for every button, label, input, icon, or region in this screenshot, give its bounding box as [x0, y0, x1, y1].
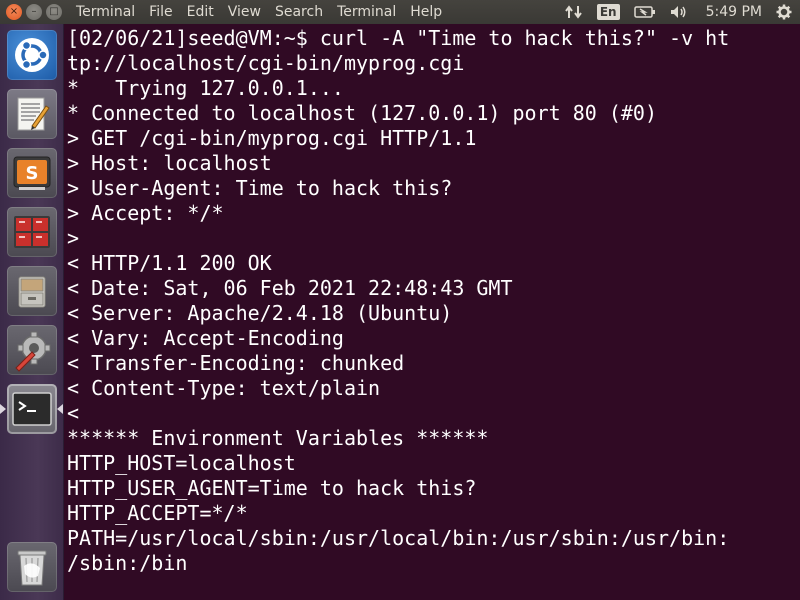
terminal-line: * Connected to localhost (127.0.0.1) por…: [67, 101, 658, 125]
menu-bar: Terminal File Edit View Search Terminal …: [76, 0, 449, 24]
menu-file[interactable]: File: [142, 0, 179, 24]
launcher: S: [0, 24, 64, 600]
terminal-line: HTTP_ACCEPT=*/*: [67, 501, 248, 525]
settings-wrench-icon: [7, 325, 57, 375]
focused-indicator: [57, 404, 63, 414]
battery-icon[interactable]: [633, 0, 656, 24]
terminal-line: > Host: localhost: [67, 151, 272, 175]
launcher-item-terminal[interactable]: [0, 382, 63, 436]
menu-terminal[interactable]: Terminal: [330, 0, 403, 24]
launcher-item-workspace-switcher[interactable]: [5, 205, 59, 259]
terminal-icon: [7, 384, 57, 434]
terminal-line: > User-Agent: Time to hack this?: [67, 176, 453, 200]
launcher-item-trash[interactable]: [5, 540, 59, 594]
menu-search[interactable]: Search: [268, 0, 330, 24]
menu-view[interactable]: View: [221, 0, 268, 24]
file-cabinet-icon: [7, 266, 57, 316]
menu-help[interactable]: Help: [403, 0, 449, 24]
close-button[interactable]: ×: [6, 4, 22, 20]
menu-edit[interactable]: Edit: [180, 0, 221, 24]
gear-icon[interactable]: [776, 0, 792, 24]
terminal-line: < Content-Type: text/plain: [67, 376, 381, 400]
launcher-item-file-manager[interactable]: [5, 264, 59, 318]
terminal-line: HTTP_USER_AGENT=Time to hack this?: [67, 476, 477, 500]
minimize-button[interactable]: –: [26, 4, 42, 20]
maximize-button[interactable]: □: [46, 4, 62, 20]
terminal-line: ****** Environment Variables ******: [67, 426, 489, 450]
launcher-item-text-editor[interactable]: [5, 87, 59, 141]
terminal-output[interactable]: [02/06/21]seed@VM:~$ curl -A "Time to ha…: [65, 24, 800, 600]
terminal-line: > GET /cgi-bin/myprog.cgi HTTP/1.1: [67, 126, 477, 150]
terminal-line: /sbin:/bin: [67, 551, 188, 575]
terminal-line: < HTTP/1.1 200 OK: [67, 251, 272, 275]
sublime-text-icon: S: [7, 148, 57, 198]
terminal-line: tp://localhost/cgi-bin/myprog.cgi: [67, 51, 465, 75]
terminal-line: < Transfer-Encoding: chunked: [67, 351, 405, 375]
clock[interactable]: 5:49 PM: [706, 0, 762, 24]
launcher-item-ubuntu-dash[interactable]: [5, 28, 59, 82]
launcher-item-system-settings[interactable]: [5, 323, 59, 377]
top-panel: × – □ Terminal File Edit View Search Ter…: [0, 0, 800, 24]
terminal-line: * Trying 127.0.0.1...: [67, 76, 344, 100]
terminal-line: < Date: Sat, 06 Feb 2021 22:48:43 GMT: [67, 276, 513, 300]
terminal-line: [02/06/21]seed@VM:~$ curl -A "Time to ha…: [67, 26, 730, 50]
terminal-line: < Vary: Accept-Encoding: [67, 326, 344, 350]
network-icon[interactable]: [565, 0, 583, 24]
launcher-item-sublime-text[interactable]: S: [5, 146, 59, 200]
running-indicator: [0, 404, 6, 414]
terminal-line: HTTP_HOST=localhost: [67, 451, 296, 475]
svg-text:S: S: [26, 163, 39, 184]
keyboard-layout-indicator[interactable]: En: [596, 0, 620, 24]
app-title: Terminal: [76, 4, 136, 20]
terminal-line: <: [67, 401, 80, 425]
trash-icon: [7, 542, 57, 592]
workspace-switcher-icon: [7, 207, 57, 257]
terminal-line: >: [67, 226, 80, 250]
ubuntu-logo-icon: [7, 30, 57, 80]
terminal-line: < Server: Apache/2.4.18 (Ubuntu): [67, 301, 453, 325]
terminal-line: PATH=/usr/local/sbin:/usr/local/bin:/usr…: [67, 526, 730, 550]
window-controls: × – □: [6, 4, 62, 20]
volume-icon[interactable]: [670, 0, 688, 24]
text-editor-icon: [7, 89, 57, 139]
indicator-area: En 5:49 PM: [551, 0, 800, 24]
keyboard-layout-label: En: [596, 4, 620, 20]
terminal-line: > Accept: */*: [67, 201, 224, 225]
